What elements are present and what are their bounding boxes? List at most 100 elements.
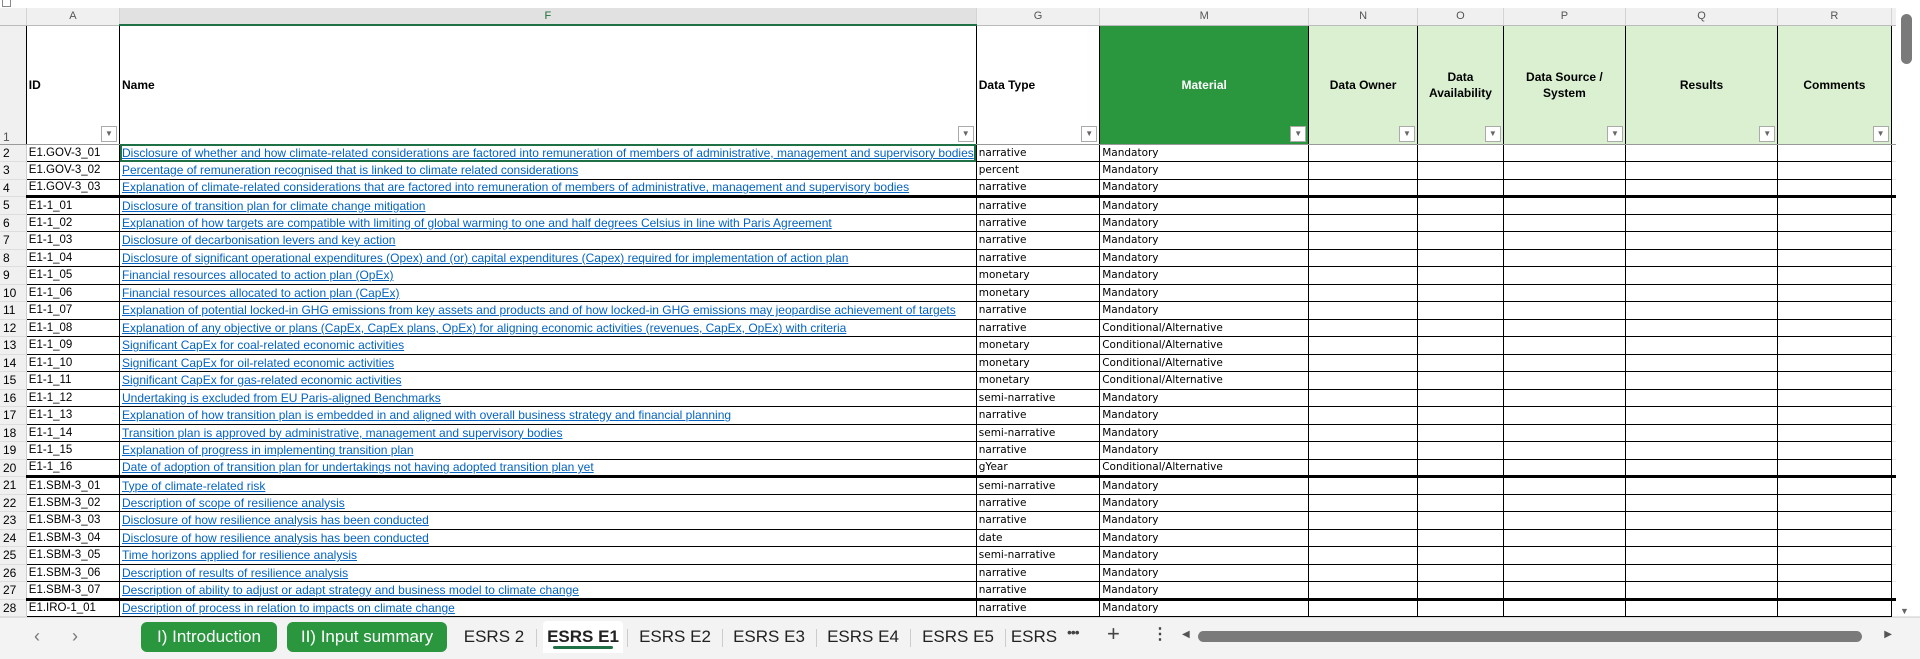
cell-data-owner[interactable]	[1308, 301, 1418, 320]
cell-results[interactable]	[1625, 336, 1779, 355]
cell-data-owner[interactable]	[1308, 214, 1418, 232]
cell-material[interactable]: Mandatory	[1099, 284, 1310, 302]
cell-id[interactable]: E1.IRO-1_01	[26, 599, 121, 617]
cell-material[interactable]: Conditional/Alternative	[1099, 371, 1310, 390]
cell-material[interactable]: Mandatory	[1099, 179, 1310, 198]
cell-results[interactable]	[1625, 144, 1779, 162]
cell-data-source[interactable]	[1503, 424, 1626, 442]
column-header-p[interactable]: P	[1503, 8, 1626, 26]
cell-results[interactable]	[1625, 424, 1779, 442]
cell-data-availability[interactable]	[1417, 336, 1504, 355]
cell-comments[interactable]	[1777, 301, 1892, 320]
cell-data-owner[interactable]	[1308, 406, 1418, 425]
cell-id[interactable]: E1.GOV-3_02	[26, 161, 121, 180]
cell-comments[interactable]	[1777, 529, 1892, 547]
scroll-down-arrow-icon[interactable]: ▼	[1900, 606, 1909, 616]
cell-data-type[interactable]: narrative	[976, 406, 1101, 425]
vertical-scrollbar[interactable]: ▼	[1896, 8, 1920, 616]
cell-data-source[interactable]	[1503, 214, 1626, 232]
cell-material[interactable]: Mandatory	[1099, 476, 1310, 495]
cell-data-source[interactable]	[1503, 511, 1626, 530]
filter-dropdown-icon[interactable]: ▼	[957, 125, 974, 142]
column-header-n[interactable]: N	[1308, 8, 1418, 26]
cell-data-type[interactable]: narrative	[976, 599, 1101, 617]
cell-data-owner[interactable]	[1308, 249, 1418, 267]
vertical-dots-icon[interactable]: ⋮	[1152, 624, 1168, 644]
cell-id[interactable]: E1-1_11	[26, 371, 121, 390]
cell-id[interactable]: E1-1_02	[26, 214, 121, 232]
cell-data-owner[interactable]	[1308, 441, 1418, 460]
cell-data-owner[interactable]	[1308, 424, 1418, 442]
cell-comments[interactable]	[1777, 476, 1892, 495]
cell-data-availability[interactable]	[1417, 354, 1504, 372]
cell-material[interactable]: Mandatory	[1099, 266, 1310, 285]
cell-data-source[interactable]	[1503, 196, 1626, 215]
column-header-g[interactable]: G	[976, 8, 1101, 26]
cell-data-owner[interactable]	[1308, 284, 1418, 302]
cell-comments[interactable]	[1777, 266, 1892, 285]
cell-data-owner[interactable]	[1308, 581, 1418, 601]
cell-name-link[interactable]: Disclosure of decarbonisation levers and…	[119, 231, 977, 250]
cell-data-type[interactable]: percent	[976, 161, 1101, 180]
cell-comments[interactable]	[1777, 214, 1892, 232]
cell-id[interactable]: E1-1_13	[26, 406, 121, 425]
cell-data-type[interactable]: semi-narrative	[976, 424, 1101, 442]
cell-material[interactable]: Conditional/Alternative	[1099, 459, 1310, 478]
cell-id[interactable]: E1-1_09	[26, 336, 121, 355]
cell-name-link[interactable]: Disclosure of how resilience analysis ha…	[119, 529, 977, 547]
cell-data-availability[interactable]	[1417, 581, 1504, 601]
cell-name-link[interactable]: Disclosure of whether and how climate-re…	[119, 144, 977, 162]
row-number[interactable]: 19	[0, 441, 27, 460]
cell-results[interactable]	[1625, 511, 1779, 530]
row-number[interactable]: 25	[0, 546, 27, 565]
cell-data-source[interactable]	[1503, 179, 1626, 198]
cell-data-type[interactable]: narrative	[976, 231, 1101, 250]
cell-data-availability[interactable]	[1417, 196, 1504, 215]
filter-dropdown-icon[interactable]: ▼	[101, 125, 117, 142]
cell-comments[interactable]	[1777, 196, 1892, 215]
vertical-scroll-thumb[interactable]	[1901, 14, 1912, 64]
cell-comments[interactable]	[1777, 336, 1892, 355]
cell-data-availability[interactable]	[1417, 214, 1504, 232]
cell-material[interactable]: Mandatory	[1099, 494, 1310, 512]
cell-comments[interactable]	[1777, 564, 1892, 582]
cell-data-availability[interactable]	[1417, 424, 1504, 442]
chevron-left-icon[interactable]: ‹	[34, 626, 40, 647]
cell-data-owner[interactable]	[1308, 529, 1418, 547]
cell-material[interactable]: Mandatory	[1099, 161, 1310, 180]
cell-results[interactable]	[1625, 529, 1779, 547]
cell-data-type[interactable]: narrative	[976, 144, 1101, 162]
column-header-r[interactable]: R	[1777, 8, 1892, 26]
row-number[interactable]: 21	[0, 476, 27, 495]
row-number[interactable]: 7	[0, 231, 27, 250]
chevron-right-icon[interactable]: ›	[72, 626, 78, 647]
cell-data-source[interactable]	[1503, 546, 1626, 565]
row-number[interactable]: 12	[0, 319, 27, 337]
sheet-tab[interactable]: ESRS 2	[456, 621, 532, 653]
row-number[interactable]: 11	[0, 301, 27, 320]
row-number[interactable]: 23	[0, 511, 27, 530]
horizontal-scrollbar[interactable]: ◀ ▶	[1182, 628, 1892, 644]
cell-data-availability[interactable]	[1417, 389, 1504, 407]
cell-comments[interactable]	[1777, 441, 1892, 460]
cell-id[interactable]: E1-1_15	[26, 441, 121, 460]
cell-id[interactable]: E1.SBM-3_05	[26, 546, 121, 565]
expand-ribbon-icon[interactable]	[2, 0, 11, 7]
cell-name-link[interactable]: Significant CapEx for coal-related econo…	[119, 336, 977, 355]
cell-id[interactable]: E1-1_16	[26, 459, 121, 478]
cell-data-owner[interactable]	[1308, 196, 1418, 215]
filter-dropdown-icon[interactable]: ▼	[1290, 125, 1307, 142]
cell-data-type[interactable]: narrative	[976, 319, 1101, 337]
cell-data-owner[interactable]	[1308, 319, 1418, 337]
cell-name-link[interactable]: Undertaking is excluded from EU Paris-al…	[119, 389, 977, 407]
select-all-corner[interactable]	[0, 8, 27, 26]
cell-comments[interactable]	[1777, 494, 1892, 512]
cell-name-link[interactable]: Type of climate-related risk	[119, 476, 977, 495]
cell-name-link[interactable]: Explanation of potential locked-in GHG e…	[119, 301, 977, 320]
cell-name-link[interactable]: Financial resources allocated to action …	[119, 266, 977, 285]
cell-material[interactable]: Mandatory	[1099, 144, 1310, 162]
cell-name-link[interactable]: Percentage of remuneration recognised th…	[119, 161, 977, 180]
cell-name-link[interactable]: Explanation of progress in implementing …	[119, 441, 977, 460]
cell-results[interactable]	[1625, 179, 1779, 198]
cell-data-availability[interactable]	[1417, 371, 1504, 390]
